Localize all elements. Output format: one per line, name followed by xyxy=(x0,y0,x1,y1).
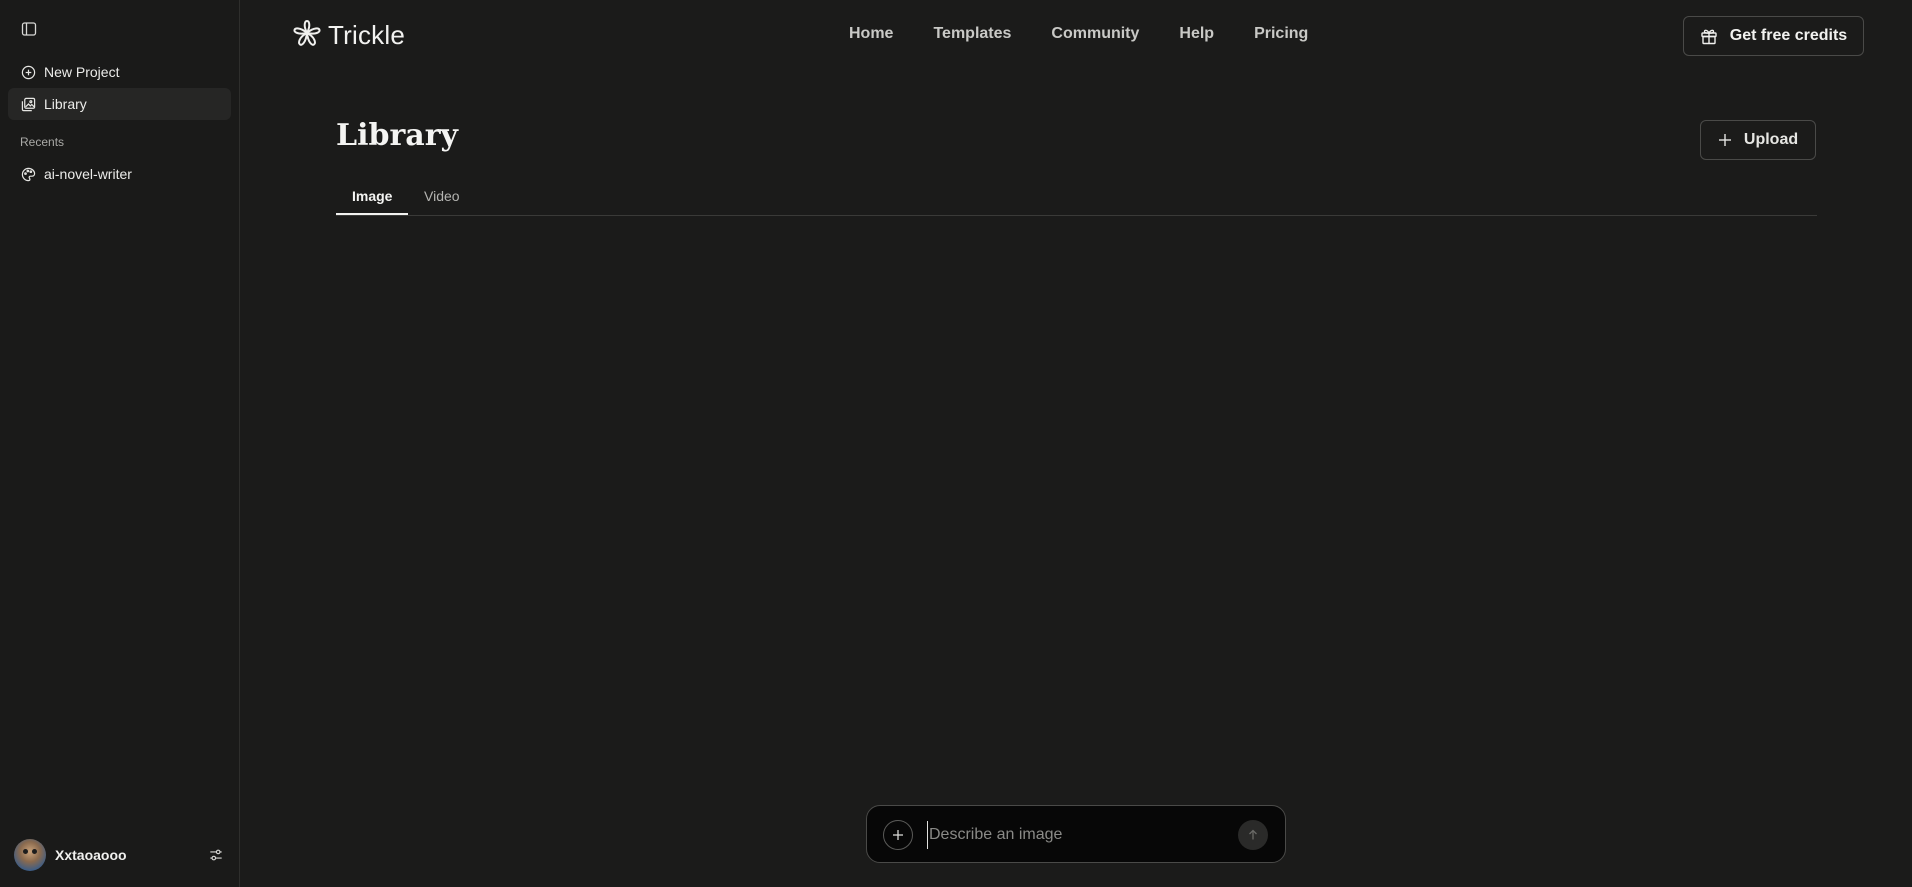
upload-button[interactable]: Upload xyxy=(1700,120,1816,160)
prompt-bar xyxy=(866,805,1286,863)
sidebar-item-new-project[interactable]: New Project xyxy=(8,56,231,88)
page-title: Library xyxy=(336,118,458,153)
recents-heading: Recents xyxy=(20,135,65,149)
username: Xxtaoaooo xyxy=(55,847,127,863)
media-tabs: Image Video xyxy=(336,181,1817,216)
tab-image[interactable]: Image xyxy=(352,188,392,204)
sidebar: New Project Library Recents ai-novel-wri… xyxy=(0,0,240,887)
sidebar-item-label: Library xyxy=(44,96,87,112)
avatar[interactable] xyxy=(14,839,46,871)
prompt-input[interactable] xyxy=(927,821,1227,849)
brand-logo[interactable]: Trickle xyxy=(292,19,405,51)
palette-icon xyxy=(20,166,36,182)
sidebar-toggle-icon[interactable] xyxy=(19,19,39,39)
nav-help[interactable]: Help xyxy=(1179,25,1214,43)
recent-item-label: ai-novel-writer xyxy=(44,166,132,182)
trickle-logo-icon xyxy=(292,19,322,51)
add-attachment-button[interactable] xyxy=(883,820,913,850)
sidebar-item-label: New Project xyxy=(44,64,120,80)
nav-pricing[interactable]: Pricing xyxy=(1254,25,1308,43)
brand-name: Trickle xyxy=(328,19,405,50)
arrow-up-icon xyxy=(1249,829,1257,840)
plus-circle-icon xyxy=(20,64,36,80)
active-tab-indicator xyxy=(336,213,408,215)
upload-label: Upload xyxy=(1743,131,1799,148)
user-profile[interactable]: Xxtaoaooo xyxy=(14,838,226,872)
sidebar-item-library[interactable]: Library xyxy=(8,88,231,120)
nav-community[interactable]: Community xyxy=(1051,25,1139,43)
nav-home[interactable]: Home xyxy=(849,25,893,43)
tab-video[interactable]: Video xyxy=(424,188,460,204)
send-button[interactable] xyxy=(1238,820,1268,850)
sliders-icon[interactable] xyxy=(206,845,226,865)
get-free-credits-button[interactable]: Get free credits xyxy=(1683,16,1864,56)
plus-icon xyxy=(893,830,903,840)
images-icon xyxy=(20,96,36,112)
gift-icon xyxy=(1700,27,1718,45)
top-nav: Home Templates Community Help Pricing xyxy=(849,25,1308,43)
get-free-credits-label: Get free credits xyxy=(1729,27,1848,44)
recent-item-ai-novel-writer[interactable]: ai-novel-writer xyxy=(8,158,231,190)
plus-icon xyxy=(1718,133,1732,147)
nav-templates[interactable]: Templates xyxy=(933,25,1011,43)
